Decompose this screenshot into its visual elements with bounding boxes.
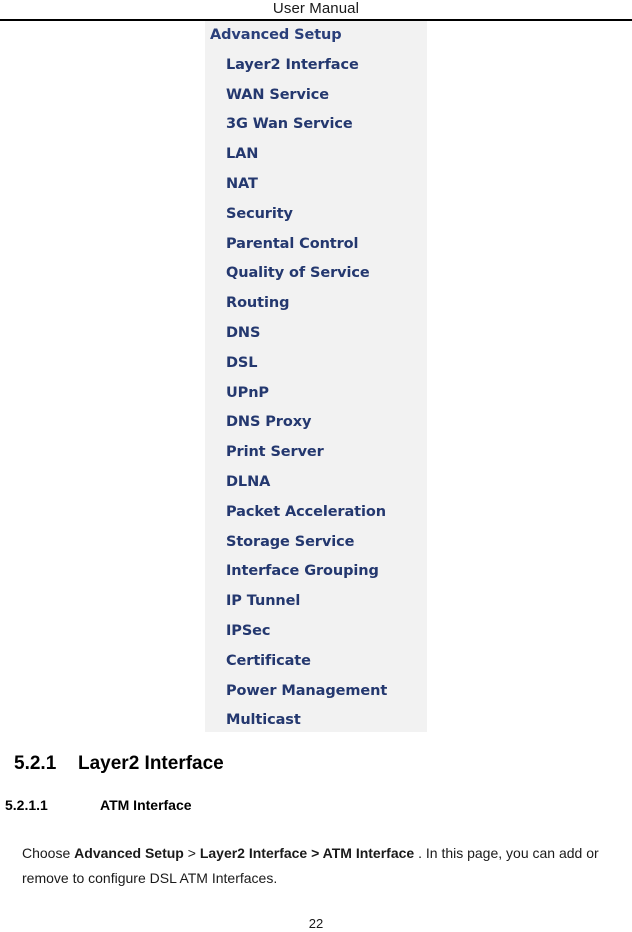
menu-item[interactable]: NAT xyxy=(205,170,427,200)
menu-item[interactable]: Parental Control xyxy=(205,230,427,260)
menu-item[interactable]: WAN Service xyxy=(205,81,427,111)
menu-item-label: Multicast xyxy=(226,712,301,729)
section-title: Layer2 Interface xyxy=(78,753,224,774)
paragraph-lead: Choose xyxy=(22,845,75,861)
header-title: User Manual xyxy=(272,0,360,17)
menu-item-label: Layer2 Interface xyxy=(226,56,359,73)
section-heading: 5.2.1 Layer2 Interface xyxy=(14,752,224,776)
menu-item-label: WAN Service xyxy=(226,86,329,103)
subsection-number: 5.2.1.1 xyxy=(5,797,48,813)
advanced-setup-menu-list: Advanced Setup Layer2 Interface WAN Servic… xyxy=(205,21,427,732)
paragraph-separator: > xyxy=(183,845,200,861)
menu-item[interactable]: Routing xyxy=(205,289,427,319)
subsection-title: ATM Interface xyxy=(100,797,192,813)
document-page: User Manual Advanced Setup Layer2 Interfa… xyxy=(0,0,632,932)
advanced-setup-menu-screenshot: Advanced Setup Layer2 Interface WAN Servic… xyxy=(205,21,427,732)
menu-item-label: Parental Control xyxy=(226,235,359,252)
section-number: 5.2.1 xyxy=(14,753,57,774)
menu-item-label: Routing xyxy=(226,295,290,312)
running-header: User Manual xyxy=(0,0,632,19)
menu-item-label: IP Tunnel xyxy=(226,593,301,610)
menu-item-label: Certificate xyxy=(226,652,311,669)
menu-item[interactable]: Layer2 Interface xyxy=(205,51,427,81)
menu-item[interactable]: Storage Service xyxy=(205,528,427,558)
menu-item-label: Interface Grouping xyxy=(226,563,379,580)
menu-path-atm-interface: Layer2 Interface > ATM Interface xyxy=(199,845,415,861)
menu-item-label: DLNA xyxy=(226,473,271,490)
menu-item[interactable]: UPnP xyxy=(205,379,427,409)
menu-item[interactable]: Quality of Service xyxy=(205,259,427,289)
menu-item[interactable]: Power Management xyxy=(205,677,427,707)
menu-item-label: Storage Service xyxy=(226,533,355,550)
menu-item-label: Quality of Service xyxy=(226,265,370,282)
menu-path-advanced-setup: Advanced Setup xyxy=(74,845,184,861)
menu-item[interactable]: Print Server xyxy=(205,438,427,468)
menu-item[interactable]: Security xyxy=(205,200,427,230)
menu-item[interactable]: Interface Grouping xyxy=(205,557,427,587)
menu-item[interactable]: LAN xyxy=(205,140,427,170)
menu-item[interactable]: Advanced Setup xyxy=(205,21,427,51)
menu-item[interactable]: IPSec xyxy=(205,617,427,647)
page-number: 22 xyxy=(308,916,324,931)
menu-item-label: 3G Wan Service xyxy=(226,116,353,133)
menu-item[interactable]: Multicast xyxy=(205,706,427,732)
menu-item[interactable]: DNS xyxy=(205,319,427,349)
menu-item[interactable]: Packet Acceleration xyxy=(205,498,427,528)
menu-item-label: DSL xyxy=(226,354,258,371)
menu-item[interactable]: DLNA xyxy=(205,468,427,498)
menu-item-label: DNS xyxy=(226,324,261,341)
subsection-heading: 5.2.1.1 ATM Interface xyxy=(5,796,192,815)
menu-item[interactable]: 3G Wan Service xyxy=(205,110,427,140)
menu-item[interactable]: DSL xyxy=(205,349,427,379)
menu-item-label: Advanced Setup xyxy=(210,27,342,43)
menu-item-label: DNS Proxy xyxy=(226,414,312,431)
menu-item-label: Security xyxy=(226,205,293,222)
menu-item[interactable]: IP Tunnel xyxy=(205,587,427,617)
menu-item-label: Power Management xyxy=(226,682,388,699)
menu-item[interactable]: Certificate xyxy=(205,647,427,677)
menu-item-label: IPSec xyxy=(226,622,271,639)
menu-item-label: NAT xyxy=(226,175,258,192)
menu-item-label: Print Server xyxy=(226,444,324,461)
menu-item-label: UPnP xyxy=(226,384,269,401)
body-paragraph: Choose Advanced Setup > Layer2 Interface… xyxy=(22,841,630,891)
menu-item-label: LAN xyxy=(226,146,259,163)
menu-item-label: Packet Acceleration xyxy=(226,503,386,520)
menu-item[interactable]: DNS Proxy xyxy=(205,408,427,438)
